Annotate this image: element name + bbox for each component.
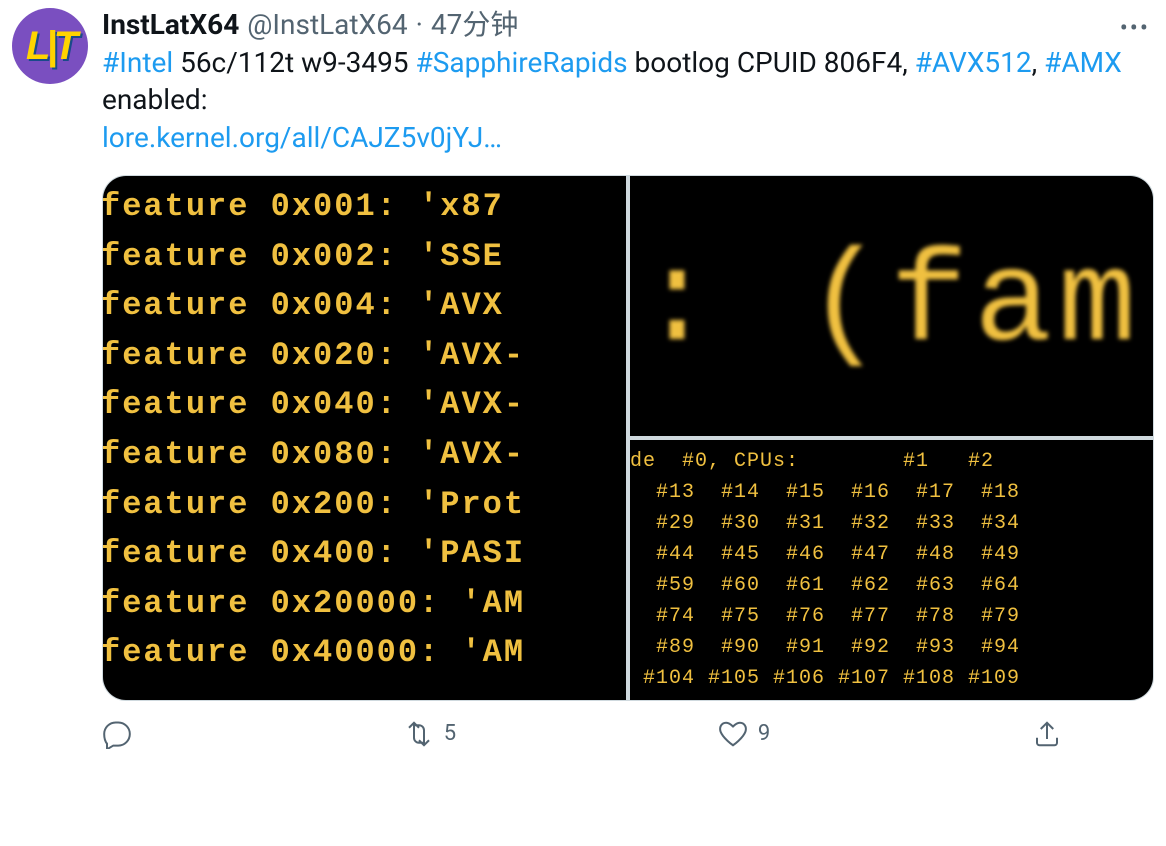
timestamp[interactable]: 47分钟 bbox=[431, 8, 518, 42]
terminal-line: #104 #105 #106 #107 #108 #109 bbox=[630, 663, 1153, 694]
avatar-text: L|T bbox=[26, 24, 74, 69]
hashtag[interactable]: #AMX bbox=[1044, 46, 1122, 79]
media-grid[interactable]: feature 0x001: 'x87feature 0x002: 'SSEfe… bbox=[102, 175, 1154, 701]
heart-icon bbox=[718, 719, 748, 749]
terminal-line: feature 0x40000: 'AM bbox=[103, 628, 626, 678]
terminal-line: #13 #14 #15 #16 #17 #18 bbox=[630, 477, 1153, 508]
terminal-line: #44 #45 #46 #47 #48 #49 bbox=[630, 539, 1153, 570]
media-image-1[interactable]: feature 0x001: 'x87feature 0x002: 'SSEfe… bbox=[103, 176, 626, 700]
tweet-text-fragment: bootlog CPUID 806F4, bbox=[628, 46, 915, 79]
like-count: 9 bbox=[758, 721, 770, 746]
terminal-line: feature 0x080: 'AVX- bbox=[103, 430, 626, 480]
retweet-count: 5 bbox=[444, 721, 456, 746]
share-icon bbox=[1032, 719, 1062, 749]
terminal-line: feature 0x400: 'PASI bbox=[103, 529, 626, 579]
terminal-line: #74 #75 #76 #77 #78 #79 bbox=[630, 601, 1153, 632]
tweet-text-fragment: enabled: bbox=[102, 83, 208, 116]
media-image-2-text: : (fam bbox=[638, 232, 1142, 379]
user-handle[interactable]: @InstLatX64 bbox=[247, 8, 407, 42]
media-image-3[interactable]: de #0, CPUs: #1 #2 #13 #14 #15 #16 #17 #… bbox=[630, 440, 1153, 700]
terminal-line: #89 #90 #91 #92 #93 #94 bbox=[630, 632, 1153, 663]
reply-icon bbox=[102, 719, 132, 749]
media-image-2[interactable]: : (fam bbox=[630, 176, 1153, 436]
tweet-container: L|T InstLatX64 @InstLatX64 · 47分钟 ••• #I… bbox=[12, 8, 1154, 749]
terminal-line: #59 #60 #61 #62 #63 #64 bbox=[630, 570, 1153, 601]
terminal-line: feature 0x20000: 'AM bbox=[103, 579, 626, 629]
external-link[interactable]: lore.kernel.org/all/CAJZ5v0jYJ… bbox=[102, 121, 502, 154]
terminal-line: feature 0x020: 'AVX- bbox=[103, 331, 626, 381]
avatar[interactable]: L|T bbox=[12, 8, 88, 84]
reply-button[interactable] bbox=[102, 719, 142, 749]
tweet-text: #Intel 56c/112t w9-3495 #SapphireRapids … bbox=[102, 44, 1154, 157]
share-button[interactable] bbox=[1032, 719, 1072, 749]
terminal-line: de #0, CPUs: #1 #2 bbox=[630, 446, 1153, 477]
tweet-main: InstLatX64 @InstLatX64 · 47分钟 ••• #Intel… bbox=[102, 8, 1154, 749]
retweet-icon bbox=[404, 719, 434, 749]
more-button[interactable]: ••• bbox=[1120, 14, 1150, 42]
terminal-line: feature 0x040: 'AVX- bbox=[103, 380, 626, 430]
terminal-line: feature 0x004: 'AVX bbox=[103, 281, 626, 331]
tweet-text-fragment: , bbox=[1032, 46, 1044, 79]
terminal-line: feature 0x001: 'x87 bbox=[103, 182, 626, 232]
hashtag[interactable]: #AVX512 bbox=[915, 46, 1032, 79]
hashtag[interactable]: #Intel bbox=[102, 46, 173, 79]
terminal-line: feature 0x200: 'Prot bbox=[103, 480, 626, 530]
like-button[interactable]: 9 bbox=[718, 719, 770, 749]
display-name[interactable]: InstLatX64 bbox=[102, 8, 239, 42]
tweet-actions: 5 9 bbox=[102, 719, 1082, 749]
separator-dot: · bbox=[416, 8, 423, 42]
terminal-line: feature 0x002: 'SSE bbox=[103, 232, 626, 282]
tweet-header: InstLatX64 @InstLatX64 · 47分钟 bbox=[102, 8, 1154, 42]
hashtag[interactable]: #SapphireRapids bbox=[416, 46, 628, 79]
retweet-button[interactable]: 5 bbox=[404, 719, 456, 749]
terminal-line: #29 #30 #31 #32 #33 #34 bbox=[630, 508, 1153, 539]
tweet-text-fragment: 56c/112t w9-3495 bbox=[173, 46, 415, 79]
